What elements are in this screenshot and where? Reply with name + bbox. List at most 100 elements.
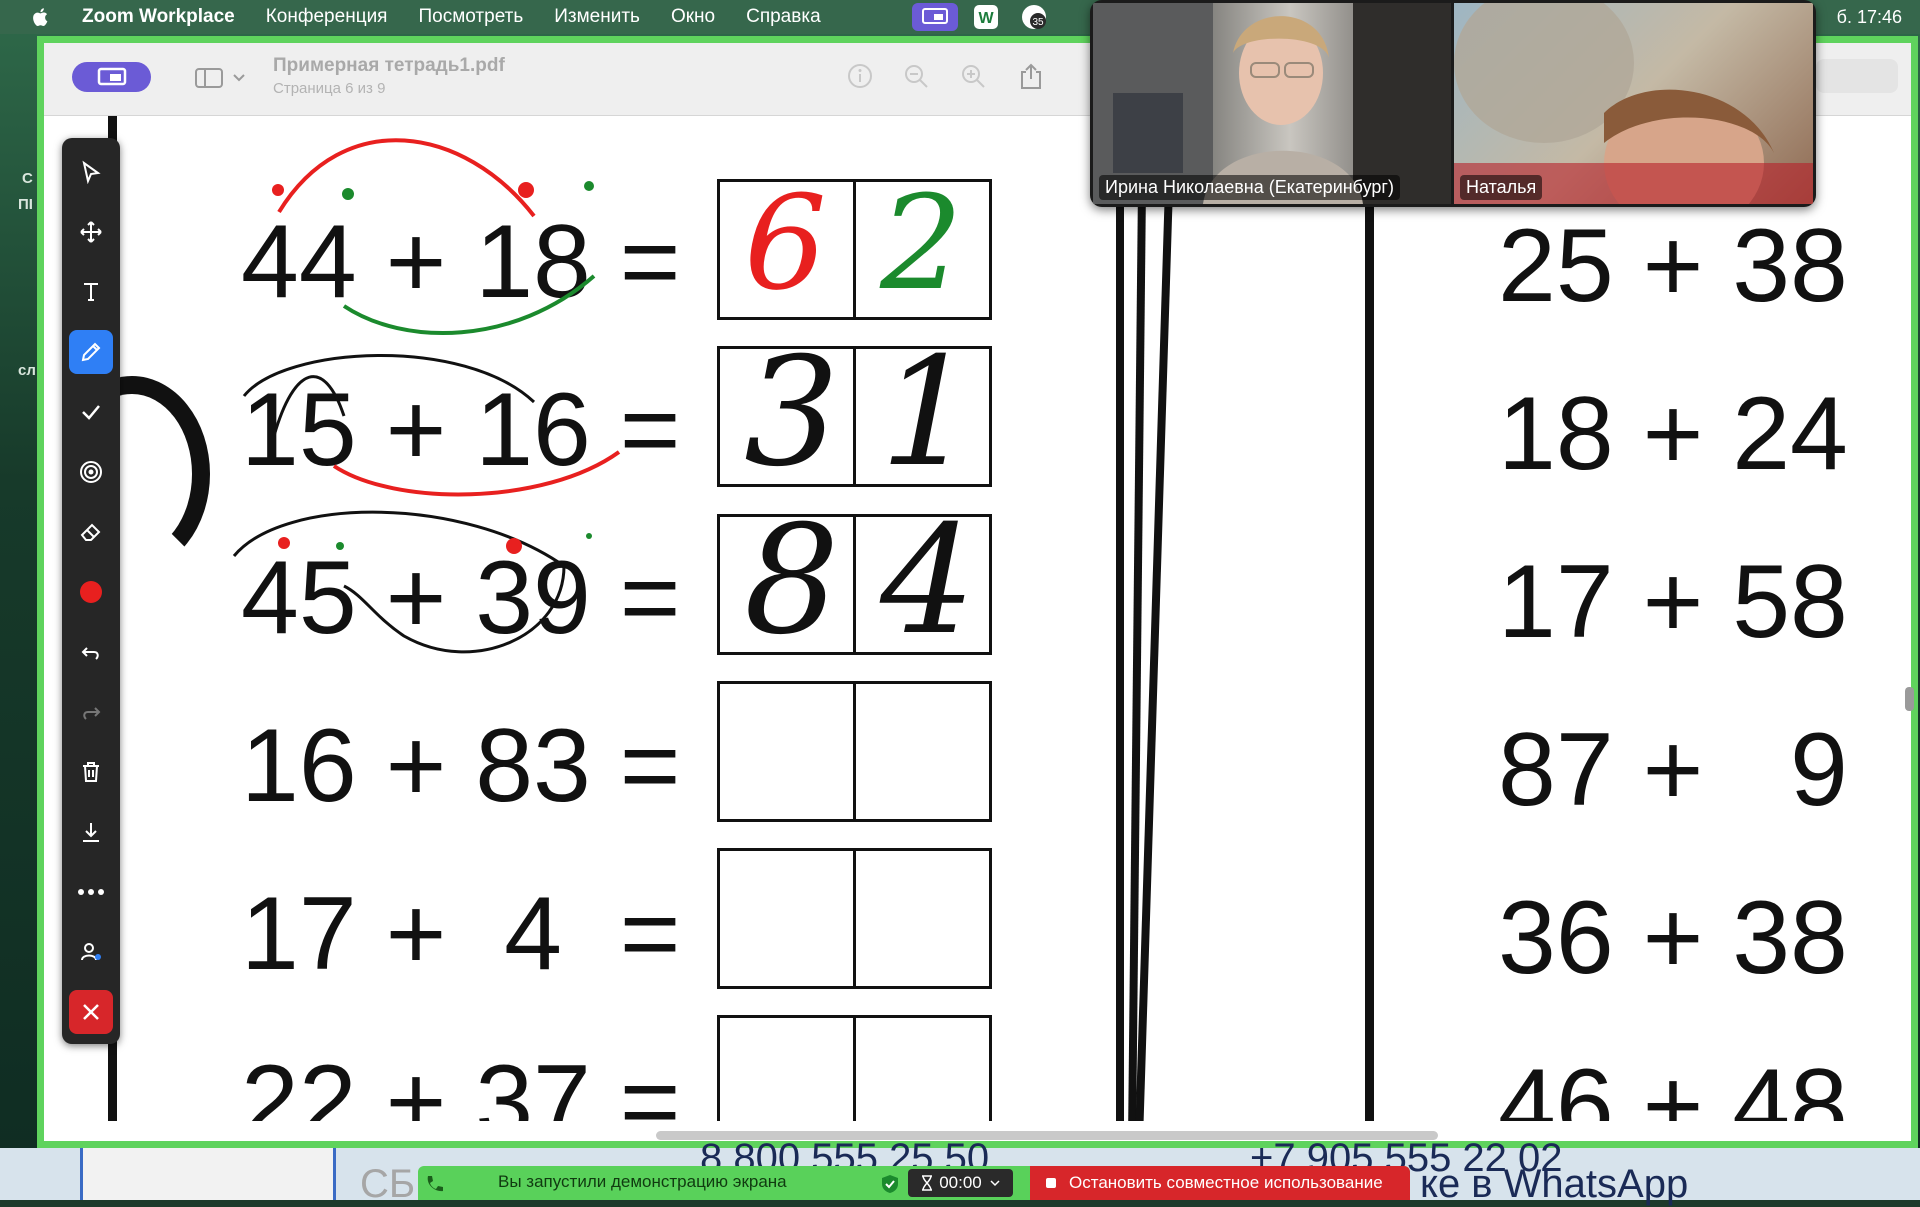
eraser-icon: [80, 523, 101, 541]
chevron-down-icon: [233, 74, 245, 82]
stop-share-label: Остановить совместное использование: [1069, 1173, 1383, 1192]
cursor-arrow-icon: [82, 160, 101, 184]
download-icon: [83, 823, 99, 842]
right-equation-6: 46 + 48: [1498, 1048, 1848, 1121]
menu-item-window[interactable]: Окно: [671, 6, 715, 28]
sidebar-toggle-button[interactable]: [194, 65, 254, 91]
share-export-icon[interactable]: [1016, 61, 1046, 91]
save-button[interactable]: [69, 810, 113, 854]
share-timer[interactable]: 00:00: [908, 1169, 1013, 1197]
svg-text:35: 35: [1032, 17, 1044, 28]
background-text: СБ: [360, 1162, 416, 1206]
video-tile[interactable]: Наталья: [1454, 3, 1813, 204]
equation-4: 16 + 83 =: [241, 708, 681, 824]
background-text: ке в WhatsApp: [1420, 1162, 1689, 1206]
handwritten-digit: 8: [744, 494, 840, 668]
redo-icon: [83, 707, 101, 720]
background-panel: [80, 1148, 336, 1200]
video-tile[interactable]: Ирина Николаевна (Екатеринбург): [1093, 3, 1451, 204]
right-equation-4: 87 + 9: [1498, 712, 1848, 828]
menu-item-edit[interactable]: Изменить: [554, 6, 640, 28]
stop-share-button[interactable]: Остановить совместное использование: [1030, 1166, 1410, 1200]
stamp-check-tool[interactable]: [69, 390, 113, 434]
eraser-tool[interactable]: [69, 510, 113, 554]
chevron-down-icon: [990, 1180, 1000, 1187]
desktop-text-fragment: сл: [18, 362, 36, 379]
answer-box: [717, 848, 992, 989]
document-title: Примерная тетрадь1.pdf: [273, 55, 505, 76]
equation-1: 44 + 18 =: [241, 204, 681, 320]
wps-office-icon[interactable]: W: [966, 3, 1006, 31]
menu-item-view[interactable]: Посмотреть: [418, 6, 523, 28]
page-indicator: Страница 6 из 9: [273, 80, 386, 97]
menubar-clock[interactable]: б. 17:46: [1837, 0, 1902, 34]
timer-value: 00:00: [939, 1173, 982, 1192]
close-annotation-button[interactable]: [69, 990, 113, 1034]
right-equation-1: 25 + 38: [1498, 208, 1848, 324]
clear-button[interactable]: [69, 750, 113, 794]
menu-item-conference[interactable]: Конференция: [266, 6, 388, 28]
share-status-message: Вы запустили демонстрацию экрана: [498, 1172, 787, 1191]
divider-line: [1365, 206, 1374, 1121]
close-icon: [83, 1004, 99, 1020]
phone-handle-icon[interactable]: [424, 1174, 444, 1194]
search-field[interactable]: [1816, 59, 1898, 93]
color-picker[interactable]: [69, 570, 113, 614]
undo-icon: [81, 647, 99, 660]
select-arrow-tool[interactable]: [69, 150, 113, 194]
handwritten-digit: 4: [880, 494, 976, 668]
more-icon: [78, 889, 104, 895]
move-icon: [80, 221, 102, 243]
move-tool[interactable]: [69, 210, 113, 254]
annotation-toolbar: [62, 138, 120, 1044]
pen-tool[interactable]: [69, 330, 113, 374]
equation-6: 22 + 37 =: [241, 1044, 681, 1121]
answer-box: [717, 681, 992, 822]
color-dot-icon: [80, 581, 102, 603]
participant-name: Наталья: [1460, 175, 1543, 200]
info-icon[interactable]: [845, 61, 875, 91]
participant-name: Ирина Николаевна (Екатеринбург): [1099, 175, 1400, 200]
undo-button[interactable]: [69, 630, 113, 674]
handwritten-digit: 1: [880, 326, 976, 500]
hourglass-icon: [922, 1175, 933, 1191]
redo-button[interactable]: [69, 690, 113, 734]
text-icon: [84, 283, 98, 301]
vertical-scrollbar[interactable]: [1905, 687, 1914, 711]
zoom-out-icon[interactable]: [901, 61, 931, 91]
right-equation-3: 17 + 58: [1498, 544, 1848, 660]
trash-icon: [83, 762, 99, 782]
screen-share-status-icon[interactable]: [912, 3, 958, 31]
spotlight-icon: [80, 461, 102, 483]
apple-icon[interactable]: [30, 6, 52, 28]
screen-icon: [97, 67, 126, 86]
right-equation-5: 36 + 38: [1498, 880, 1848, 996]
screen-share-bar: Вы запустили демонстрацию экрана 00:00 О…: [418, 1166, 1410, 1200]
zoom-in-icon[interactable]: [958, 61, 988, 91]
equation-2: 15 + 16 =: [241, 372, 681, 488]
handwritten-digit: 6: [744, 167, 827, 319]
menu-app-name[interactable]: Zoom Workplace: [82, 6, 235, 28]
person-icon: [81, 943, 101, 961]
zoom-share-button[interactable]: [72, 62, 151, 92]
participant-video: [1454, 3, 1813, 204]
pen-icon: [81, 342, 101, 362]
equation-5: 17 + 4 =: [241, 876, 681, 992]
equation-3: 45 + 39 =: [241, 540, 681, 656]
participant-video: [1093, 3, 1451, 204]
video-panel[interactable]: Ирина Николаевна (Екатеринбург) Наталья: [1090, 0, 1816, 207]
more-button[interactable]: [69, 870, 113, 914]
annotator-names-button[interactable]: [69, 930, 113, 974]
svg-text:W: W: [978, 10, 994, 27]
desktop-text-fragment: ПІ: [18, 196, 33, 213]
desktop-text-fragment: С: [22, 170, 33, 187]
shield-check-icon: [882, 1175, 898, 1193]
spotlight-tool[interactable]: [69, 450, 113, 494]
right-equation-2: 18 + 24: [1498, 376, 1848, 492]
text-tool[interactable]: [69, 270, 113, 314]
notification-badge-icon[interactable]: 35: [1014, 3, 1054, 31]
menu-item-help[interactable]: Справка: [746, 6, 821, 28]
answer-box: [717, 1015, 992, 1121]
divider-line: [1116, 206, 1124, 1121]
sidebar-icon: [195, 68, 223, 88]
